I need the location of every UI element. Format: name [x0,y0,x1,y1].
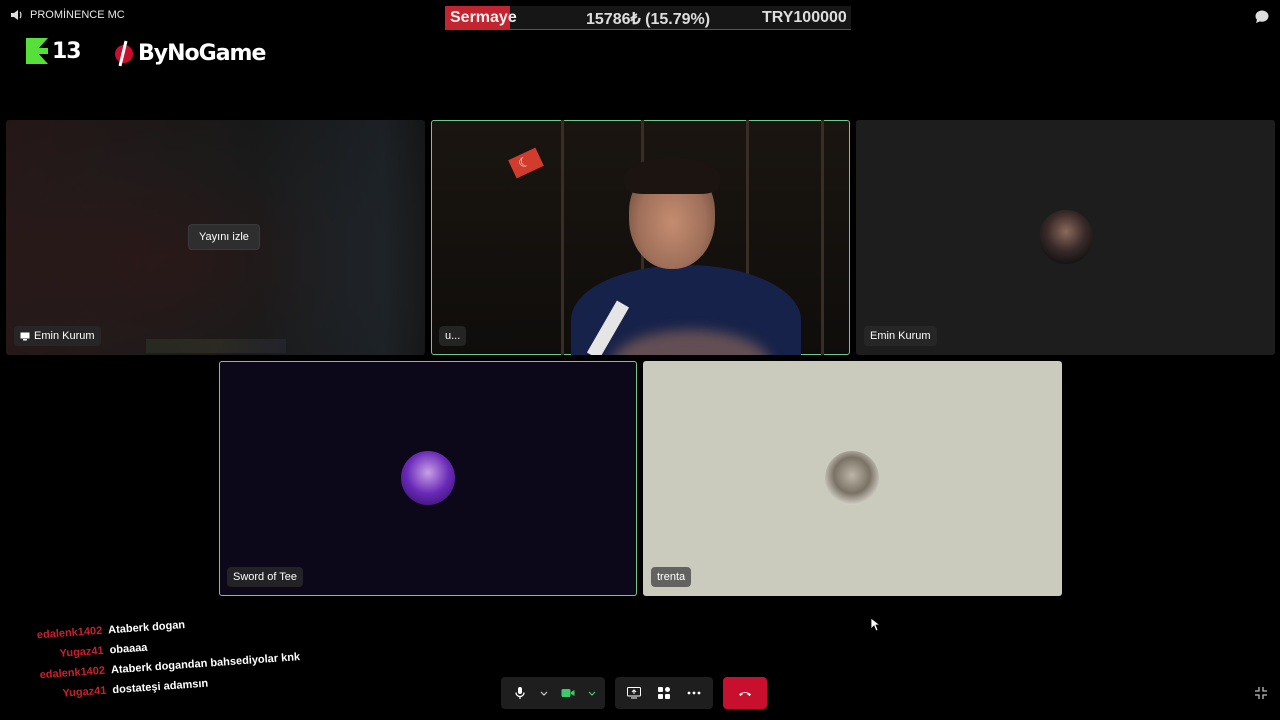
participant-name: Emin Kurum [34,330,95,342]
participant-name: Sword of Tee [233,571,298,583]
avatar [401,451,455,505]
actions-group [615,677,713,709]
bynogame-logo-text: ByNoGame [138,40,266,66]
capital-amount: 15786₺ (15.79%) [586,11,711,28]
participant-tile[interactable]: Emin Kurum [856,120,1275,355]
capital-label: Sermaye [445,6,517,29]
chat-bubble-icon[interactable] [1254,9,1270,25]
participant-tile[interactable]: Sword of Tee [219,361,637,596]
bynogame-logo-icon [115,40,133,67]
stream-chat-overlay: edalenk1402 Ataberk dogan Yugaz41 obaaaa… [28,611,302,710]
participant-name-tag: trenta [651,567,692,587]
participant-name: u... [445,330,461,342]
participant-name-tag: Emin Kurum [14,326,101,346]
stream-tile[interactable]: Yayını izle Emin Kurum [6,120,425,355]
mute-button[interactable] [507,680,533,706]
chat-text: obaaaa [109,641,148,657]
chevron-down-icon [588,691,596,696]
capital-overlay: Sermaye 15786₺ (15.79%) TRY100000 [445,6,851,30]
participant-tile[interactable]: trenta [643,361,1062,596]
participant-name-tag: Sword of Tee [227,567,304,587]
channel-name: PROMİNENCE MC [30,9,125,21]
speaker-icon [11,10,22,20]
stream-hud [146,339,286,353]
disconnect-button[interactable] [723,677,767,709]
activities-button[interactable] [651,680,677,706]
chat-text: dostateşi adamsın [111,677,209,697]
participant-name: Emin Kurum [870,330,931,342]
mic-options-button[interactable] [537,680,551,706]
camera-button[interactable] [555,680,581,706]
k13-logo-number: 13 [52,38,82,64]
activities-icon [658,687,670,699]
call-controls [501,677,767,709]
k13-logo: 13 [26,38,82,64]
chat-username: edalenk1402 [39,664,106,682]
camera-options-button[interactable] [585,680,599,706]
capital-target: TRY100000 [762,9,847,26]
mouse-cursor-icon [870,617,880,632]
bynogame-logo: ByNoGame [113,39,266,67]
microphone-icon [515,687,525,699]
turkish-flag [508,147,544,179]
chevron-down-icon [540,691,548,696]
webcam-video [431,120,850,355]
voice-channel-label[interactable]: PROMİNENCE MC [10,9,125,21]
participant-name: trenta [657,571,686,583]
webcam-person [571,158,801,355]
webcam-tile[interactable]: u... [431,120,850,355]
screen-share-icon [20,332,30,340]
camera-icon [561,689,575,697]
chat-username: Yugaz41 [62,684,107,700]
more-icon [687,691,701,695]
hang-up-icon [739,691,751,696]
chat-username: Yugaz41 [59,644,105,660]
screen-share-icon [627,687,641,699]
share-screen-button[interactable] [621,680,647,706]
chat-username: edalenk1402 [36,624,103,642]
participant-name-tag: Emin Kurum [864,326,937,346]
watch-stream-button[interactable]: Yayını izle [188,224,260,250]
more-options-button[interactable] [681,680,707,706]
avatar [825,451,879,505]
chat-text: Ataberk dogan [107,619,186,637]
k13-logo-mark [26,38,48,64]
participant-name-tag: u... [439,326,467,346]
avatar [1039,210,1093,264]
mic-camera-group [501,677,605,709]
collapse-icon[interactable] [1254,686,1268,700]
